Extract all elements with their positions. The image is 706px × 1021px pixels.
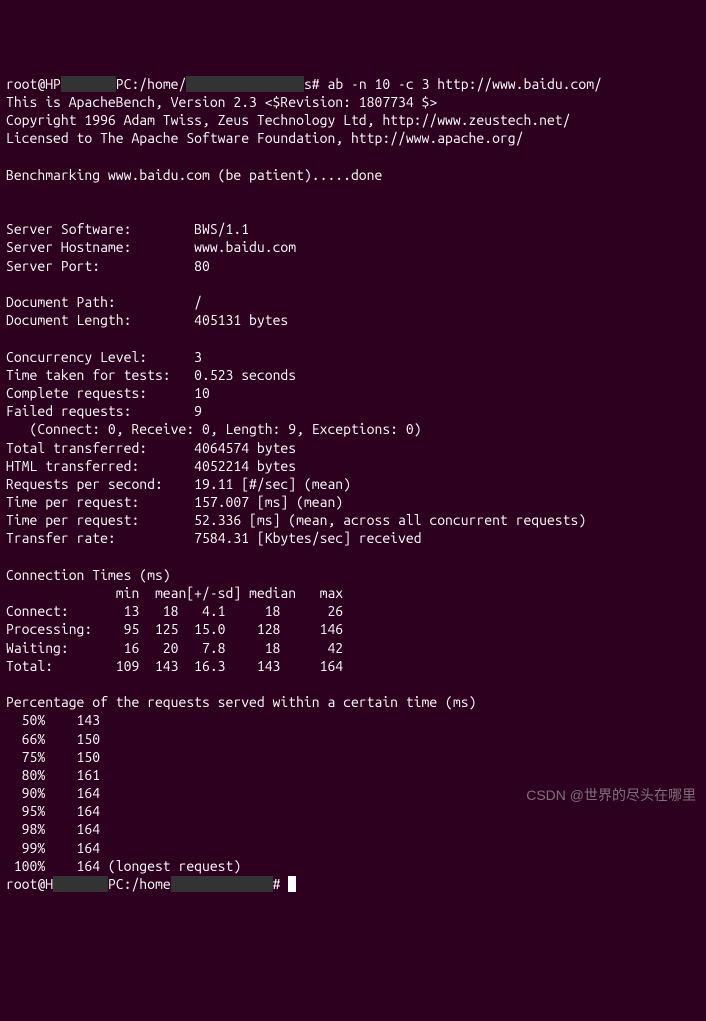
prompt-path: PC:/home/ [116,76,187,92]
percentile-99: 99% 164 [6,840,100,856]
prompt-mid: PC:/home [108,876,171,892]
percentile-98: 98% 164 [6,821,100,837]
percentiles-title: Percentage of the requests served within… [6,694,476,710]
prompt-line-2[interactable]: root@H PC:/home # [6,876,296,892]
total-transferred: Total transferred: 4064574 bytes [6,440,296,456]
percentile-90: 90% 164 [6,785,100,801]
command-text: ab -n 10 -c 3 http://www.baidu.com/ [327,76,601,92]
header-line-2: Copyright 1996 Adam Twiss, Zeus Technolo… [6,112,570,128]
failed-requests: Failed requests: 9 [6,403,202,419]
percentile-50: 50% 143 [6,712,100,728]
time-per-request-2: Time per request: 52.336 [ms] (mean, acr… [6,512,586,528]
percentile-75: 75% 150 [6,749,100,765]
benchmarking-line: Benchmarking www.baidu.com (be patient).… [6,167,382,183]
percentile-66: 66% 150 [6,731,100,747]
server-software: Server Software: BWS/1.1 [6,221,249,237]
time-per-request-1: Time per request: 157.007 [ms] (mean) [6,494,343,510]
header-line-3: Licensed to The Apache Software Foundati… [6,130,523,146]
prompt-line-1: root@HP PC:/home/ s# ab -n 10 -c 3 http:… [6,76,602,92]
percentile-95: 95% 164 [6,803,100,819]
prompt-suffix-2: # [273,876,289,892]
waiting-row: Waiting: 16 20 7.8 18 42 [6,640,343,656]
connection-times-header: min mean[+/-sd] median max [6,585,343,601]
percentile-100: 100% 164 (longest request) [6,858,241,874]
server-hostname: Server Hostname: www.baidu.com [6,239,296,255]
redacted-1 [53,876,108,892]
redacted-path [186,76,304,92]
header-line-1: This is ApacheBench, Version 2.3 <$Revis… [6,94,437,110]
html-transferred: HTML transferred: 4052214 bytes [6,458,296,474]
redacted-2 [171,876,273,892]
connect-row: Connect: 13 18 4.1 18 26 [6,603,343,619]
concurrency-level: Concurrency Level: 3 [6,349,202,365]
document-length: Document Length: 405131 bytes [6,312,288,328]
total-row: Total: 109 143 16.3 143 164 [6,658,343,674]
document-path: Document Path: / [6,294,202,310]
processing-row: Processing: 95 125 15.0 128 146 [6,621,343,637]
failed-detail: (Connect: 0, Receive: 0, Length: 9, Exce… [6,421,422,437]
server-port: Server Port: 80 [6,258,210,274]
requests-per-second: Requests per second: 19.11 [#/sec] (mean… [6,476,351,492]
connection-times-title: Connection Times (ms) [6,567,171,583]
prompt-user: root@HP [6,76,61,92]
cursor [288,876,296,892]
prompt-user-2: root@H [6,876,53,892]
terminal-output: root@HP PC:/home/ s# ab -n 10 -c 3 http:… [6,75,700,893]
percentile-80: 80% 161 [6,767,100,783]
transfer-rate: Transfer rate: 7584.31 [Kbytes/sec] rece… [6,530,422,546]
redacted-host [61,76,116,92]
complete-requests: Complete requests: 10 [6,385,210,401]
prompt-suffix: s# [304,76,328,92]
time-taken: Time taken for tests: 0.523 seconds [6,367,296,383]
